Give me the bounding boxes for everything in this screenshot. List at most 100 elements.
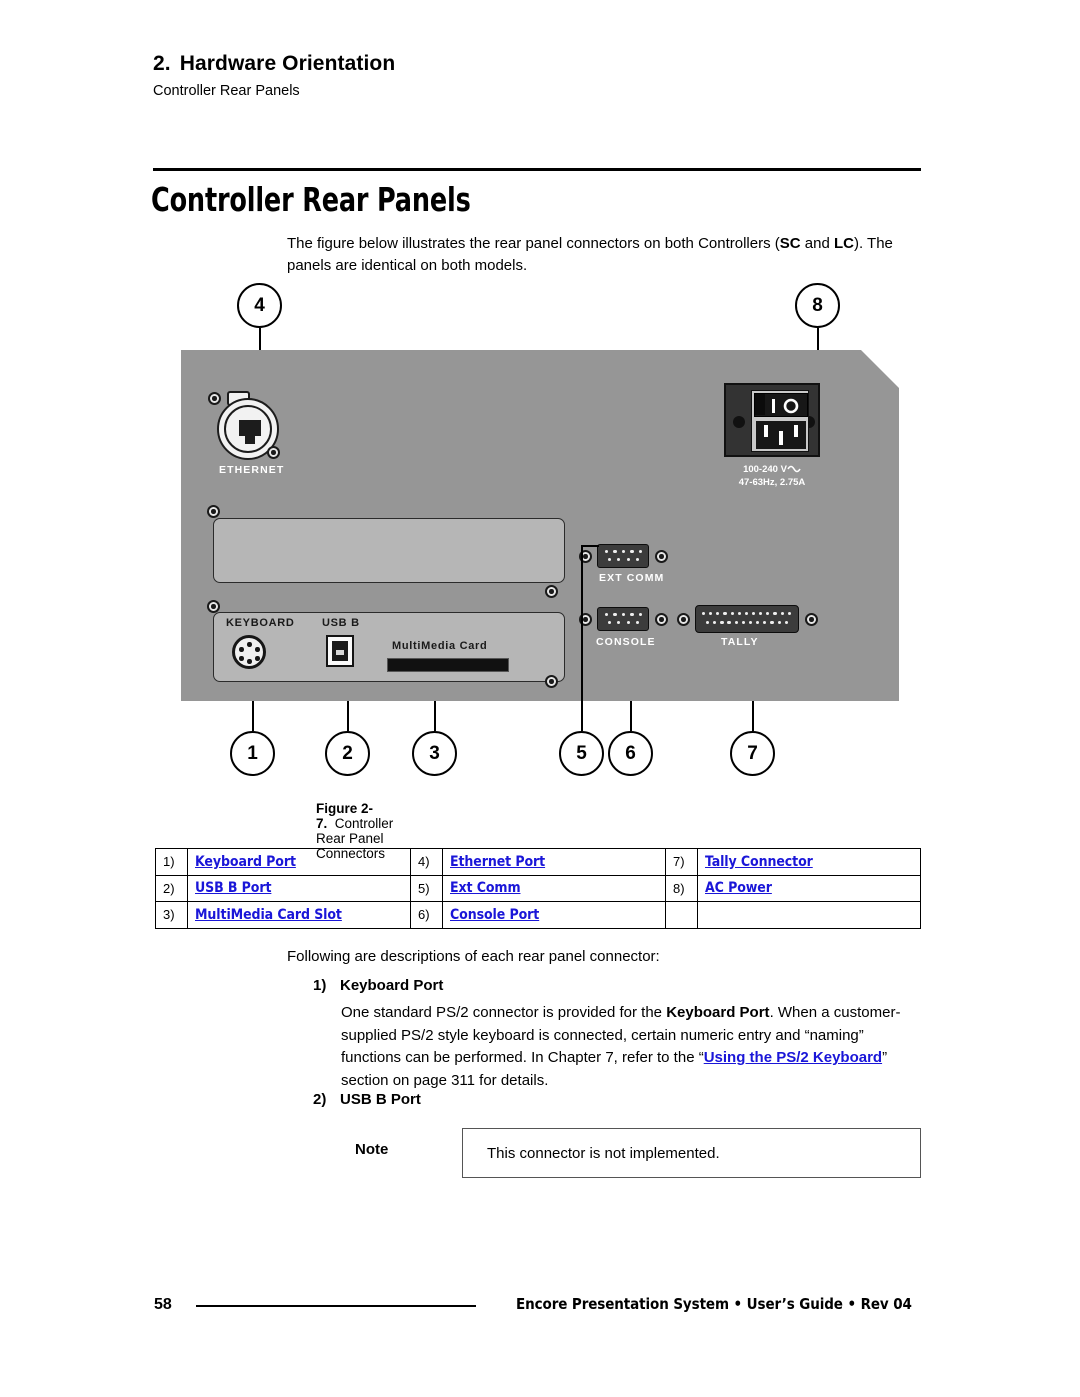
callout-4: 4 <box>237 283 282 328</box>
legend-cell-ext-comm[interactable]: Ext Comm <box>442 874 666 902</box>
screw-ethernet-bottom <box>267 446 280 459</box>
label-keyboard: KEYBOARD <box>226 617 295 629</box>
tally-pin-row-1 <box>702 612 791 616</box>
label-console: CONSOLE <box>596 636 656 648</box>
descriptions-lead-in: Following are descriptions of each rear … <box>287 948 660 965</box>
legend-link-keyboard-port[interactable]: Keyboard Port <box>195 854 296 870</box>
screw-blank-plate-top <box>207 505 220 518</box>
ps2-pin-2 <box>239 647 244 652</box>
note-box: This connector is not implemented. <box>462 1128 921 1178</box>
legend-link-multimedia-card-slot[interactable]: MultiMedia Card Slot <box>195 907 342 923</box>
legend-link-ethernet-port[interactable]: Ethernet Port <box>450 854 545 870</box>
document-page: 2. Hardware Orientation Controller Rear P… <box>0 0 1080 1397</box>
legend-link-tally-connector[interactable]: Tally Connector <box>705 854 813 870</box>
ps2-pin-6 <box>247 659 252 664</box>
legend-num-1: 1) <box>155 848 188 876</box>
table-row: 2) USB B Port 5) Ext Comm 8) AC Power <box>155 874 921 902</box>
chapter-number: 2. <box>153 52 171 75</box>
console-connector <box>597 607 649 631</box>
legend-cell-keyboard-port[interactable]: Keyboard Port <box>187 848 411 876</box>
table-row: 1) Keyboard Port 4) Ethernet Port 7) Tal… <box>155 848 921 876</box>
usb-b-cavity <box>332 641 348 661</box>
legend-link-console-port[interactable]: Console Port <box>450 907 539 923</box>
intro-paragraph: The figure below illustrates the rear pa… <box>287 233 932 277</box>
callout-1: 1 <box>230 731 275 776</box>
legend-cell-multimedia-card-slot[interactable]: MultiMedia Card Slot <box>187 901 411 929</box>
kb-desc-bold: Keyboard Port <box>666 1004 770 1021</box>
note-label: Note <box>355 1141 389 1158</box>
leader-1 <box>252 701 254 731</box>
screw-tally-right <box>805 613 818 626</box>
ps2-pin-5 <box>255 656 260 661</box>
legend-cell-empty <box>697 901 921 929</box>
legend-num-5: 5) <box>410 874 443 902</box>
leader-4 <box>259 328 261 350</box>
note-text: This connector is not implemented. <box>487 1144 720 1162</box>
switch-rocker-shadow <box>755 394 765 415</box>
console-pin-row-2 <box>608 621 639 625</box>
leader-7 <box>752 701 754 731</box>
chapter-title: Hardware Orientation <box>179 52 396 75</box>
screw-console-right <box>655 613 668 626</box>
ext-comm-pin-row-2 <box>608 558 639 562</box>
ac-rating-text: 100-240 V 47-63Hz, 2.75A <box>701 463 843 489</box>
footer-text: Encore Presentation System • User’s Guid… <box>516 1295 912 1313</box>
kb-desc-part1: One standard PS/2 connector is provided … <box>341 1004 667 1021</box>
legend-cell-ethernet-port[interactable]: Ethernet Port <box>442 848 666 876</box>
label-tally: TALLY <box>721 636 759 648</box>
list-item-1-title: Keyboard Port <box>340 977 444 994</box>
table-row: 3) MultiMedia Card Slot 6) Console Port <box>155 901 921 929</box>
blank-module-plate <box>213 518 565 583</box>
leader-5-elbow <box>581 545 599 547</box>
connector-legend-table: 1) Keyboard Port 4) Ethernet Port 7) Tal… <box>155 848 921 929</box>
screw-tally-left <box>677 613 690 626</box>
legend-link-ac-power[interactable]: AC Power <box>705 880 772 896</box>
power-rocker-switch[interactable] <box>754 393 808 417</box>
screw-io-plate-bottom <box>545 675 558 688</box>
list-item-2-title: USB B Port <box>340 1091 421 1108</box>
legend-cell-console-port[interactable]: Console Port <box>442 901 666 929</box>
legend-num-6: 6) <box>410 901 443 929</box>
legend-num-empty <box>665 901 698 929</box>
label-multimedia-card: MultiMedia Card <box>392 640 488 652</box>
ext-comm-connector <box>597 544 649 568</box>
legend-cell-usb-b-port[interactable]: USB B Port <box>187 874 411 902</box>
screw-io-plate-top <box>207 600 220 613</box>
leader-3 <box>434 701 436 731</box>
link-using-the-ps2-keyboard[interactable]: Using the PS/2 Keyboard <box>704 1049 882 1066</box>
screw-ext-comm-right <box>655 550 668 563</box>
legend-num-3: 3) <box>155 901 188 929</box>
callout-6: 6 <box>608 731 653 776</box>
legend-cell-tally-connector[interactable]: Tally Connector <box>697 848 921 876</box>
title-divider <box>153 168 921 171</box>
list-item-2-marker: 2) <box>313 1091 327 1108</box>
list-item-1-marker: 1) <box>313 977 327 994</box>
intro-text-a: The figure below illustrates the rear pa… <box>287 235 780 252</box>
running-head-title: 2. Hardware Orientation <box>153 52 853 76</box>
label-usb-b: USB B <box>322 617 360 629</box>
model-lc: LC <box>833 235 854 252</box>
model-sc: SC <box>779 235 801 252</box>
legend-link-usb-b-port[interactable]: USB B Port <box>195 880 271 896</box>
intro-and: and <box>800 235 834 252</box>
legend-num-2: 2) <box>155 874 188 902</box>
iec-pin-live <box>764 425 768 437</box>
tally-connector <box>695 605 799 633</box>
callout-7: 7 <box>730 731 775 776</box>
leader-5 <box>581 545 583 731</box>
ps2-pin-1 <box>247 642 252 647</box>
ps2-pin-3 <box>255 647 260 652</box>
ac-rating-line2: 47-63Hz, 2.75A <box>738 477 806 488</box>
keyboard-port-description: One standard PS/2 connector is provided … <box>341 1002 926 1092</box>
legend-cell-ac-power[interactable]: AC Power <box>697 874 921 902</box>
callout-8: 8 <box>795 283 840 328</box>
page-title: Controller Rear Panels <box>151 180 471 219</box>
footer-divider <box>196 1305 476 1307</box>
running-head: 2. Hardware Orientation Controller Rear P… <box>153 52 853 99</box>
callout-5: 5 <box>559 731 604 776</box>
legend-link-ext-comm[interactable]: Ext Comm <box>450 880 521 896</box>
ext-comm-pin-row-1 <box>605 550 642 554</box>
usb-b-connector <box>326 635 354 667</box>
rear-panel-illustration: ETHERNET 100-240 V 47-63Hz, 2.75A KEYBOA… <box>181 350 899 701</box>
legend-num-4: 4) <box>410 848 443 876</box>
